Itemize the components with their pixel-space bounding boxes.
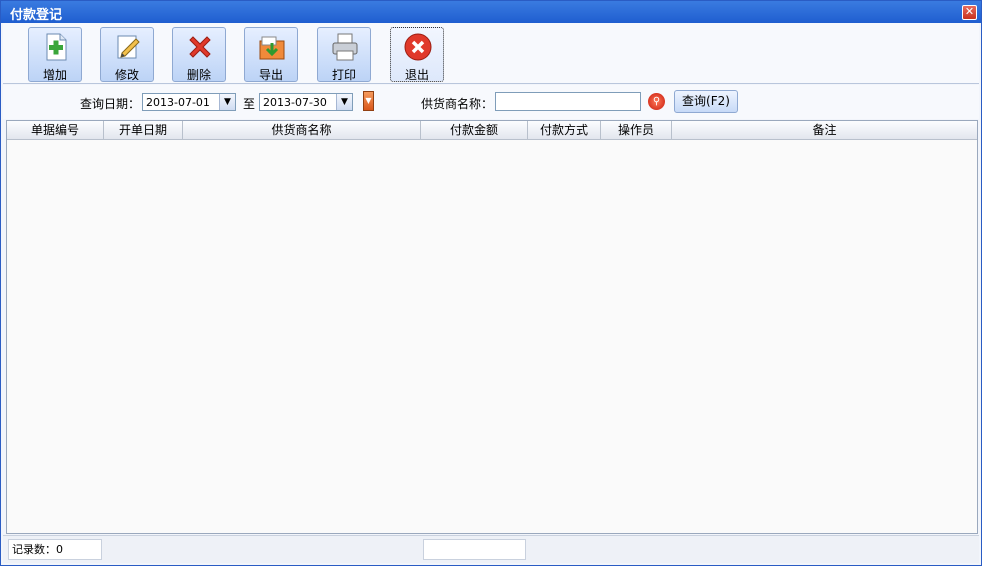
column-header-doc-number[interactable]: 单据编号 (7, 121, 104, 139)
status-panel (423, 539, 526, 560)
to-label: 至 (243, 97, 256, 111)
date-from-value: 2013-07-01 (146, 96, 210, 109)
title-bar: 付款登记 ✕ (1, 1, 981, 23)
chevron-down-icon[interactable]: ▼ (336, 94, 352, 110)
edit-label: 修改 (114, 68, 139, 82)
printer-icon (332, 33, 358, 61)
print-button[interactable]: 打印 (317, 27, 371, 82)
toolbar: 增加 修改 删除 导出 打印 退出 (3, 23, 979, 84)
edit-icon (117, 35, 140, 59)
exit-icon (404, 33, 432, 61)
column-header-date[interactable]: 开单日期 (104, 121, 183, 139)
query-bar: 查询日期： 2013-07-01 ▼ 至 2013-07-30 ▼ ▼ 供货商名… (3, 85, 979, 119)
edit-button[interactable]: 修改 (100, 27, 154, 82)
record-count: 记录数：0 (8, 539, 102, 560)
status-bar: 记录数：0 (3, 535, 979, 563)
date-to-value: 2013-07-30 (263, 96, 327, 109)
exit-label: 退出 (404, 68, 429, 82)
exit-button[interactable]: 退出 (390, 27, 444, 82)
column-header-amount[interactable]: 付款金额 (421, 121, 528, 139)
print-label: 打印 (331, 68, 356, 82)
grid-header: 单据编号 开单日期 供货商名称 付款金额 付款方式 操作员 备注 (7, 121, 977, 140)
column-header-operator[interactable]: 操作员 (601, 121, 672, 139)
export-button[interactable]: 导出 (244, 27, 298, 82)
delete-x-icon (189, 36, 211, 58)
query-button[interactable]: 查询(F2) (674, 90, 738, 113)
date-to-picker[interactable]: 2013-07-30 ▼ (259, 93, 353, 111)
search-icon[interactable]: ⚲ (648, 93, 665, 110)
column-header-payment-method[interactable]: 付款方式 (528, 121, 601, 139)
supplier-name-label: 供货商名称： (421, 97, 494, 111)
export-label: 导出 (258, 68, 283, 82)
window-title: 付款登记 (10, 8, 63, 23)
add-label: 增加 (42, 68, 67, 82)
add-document-icon (46, 33, 67, 61)
payment-register-window: 付款登记 ✕ 增加 修改 删除 导出 打印 退出 查询日期： 2013-07-0… (0, 0, 982, 566)
payment-grid[interactable]: 单据编号 开单日期 供货商名称 付款金额 付款方式 操作员 备注 (6, 120, 978, 534)
export-icon (259, 36, 285, 60)
date-range-dropdown-button[interactable]: ▼ (363, 91, 374, 111)
delete-label: 删除 (186, 68, 211, 82)
query-date-label: 查询日期： (80, 97, 141, 111)
date-from-picker[interactable]: 2013-07-01 ▼ (142, 93, 236, 111)
column-header-remarks[interactable]: 备注 (672, 121, 977, 139)
delete-button[interactable]: 删除 (172, 27, 226, 82)
add-button[interactable]: 增加 (28, 27, 82, 82)
close-button[interactable]: ✕ (962, 5, 977, 20)
supplier-name-input[interactable] (495, 92, 641, 111)
chevron-down-icon[interactable]: ▼ (219, 94, 235, 110)
column-header-supplier[interactable]: 供货商名称 (183, 121, 421, 139)
